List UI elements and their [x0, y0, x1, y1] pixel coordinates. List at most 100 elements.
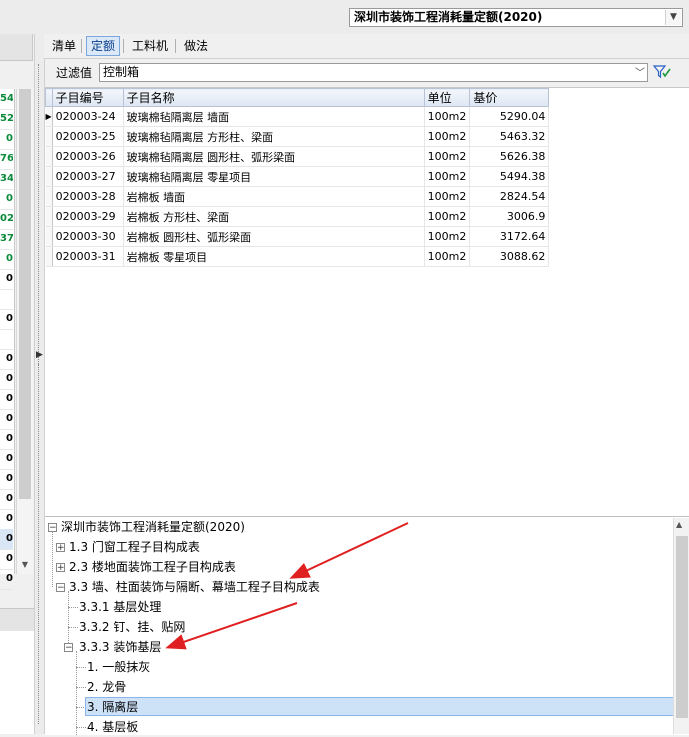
left-panel-scrollbar[interactable]: ▼ [16, 89, 33, 574]
cell-code[interactable]: 020003-26 [52, 146, 124, 167]
cell-code[interactable]: 020003-25 [52, 126, 124, 147]
left-panel-cell[interactable]: 0 [0, 549, 13, 570]
panel-splitter[interactable]: ▶ [34, 34, 45, 734]
column-header-name[interactable]: 子目名称 [122, 88, 425, 107]
quota-chapter-tree: − 深圳市装饰工程消耗量定额(2020) + 1.3 门窗工程子目构成表 + 2… [45, 516, 689, 735]
left-panel-cell[interactable]: 0 [0, 509, 13, 530]
table-header-row: 子目编号 子目名称 单位 基价 [45, 88, 550, 107]
cell-name[interactable]: 岩棉板 零星项目 [123, 246, 425, 267]
left-panel-cell[interactable]: 0 [0, 529, 13, 550]
chevron-down-icon[interactable]: ▼ [665, 10, 681, 25]
quota-table-area: 子目编号 子目名称 单位 基价 ▶ 020003-24 玻璃棉毡隔离层 墙面 1… [45, 87, 689, 516]
filter-label: 过滤值 [56, 66, 93, 80]
cell-unit[interactable]: 100m2 [424, 146, 471, 167]
column-header-code[interactable]: 子目编号 [51, 88, 124, 107]
cell-name[interactable]: 玻璃棉毡隔离层 零星项目 [123, 166, 425, 187]
tab-quota[interactable]: 定额 [86, 36, 121, 56]
cell-price[interactable]: 5494.38 [469, 166, 550, 187]
tab-method[interactable]: 做法 [180, 37, 212, 55]
left-panel-cell[interactable]: 76 [0, 149, 13, 170]
arrow-mark [165, 602, 298, 650]
cell-name[interactable]: 玻璃棉毡隔离层 墙面 [123, 106, 425, 127]
left-panel-cell[interactable] [0, 289, 13, 310]
left-panel-cell[interactable]: 0 [0, 269, 13, 290]
cell-price[interactable]: 5290.04 [469, 106, 550, 127]
table-row[interactable]: 020003-27 玻璃棉毡隔离层 零星项目 100m2 5494.38 [45, 166, 550, 187]
cell-price[interactable]: 3088.62 [469, 246, 550, 267]
cell-code[interactable]: 020003-31 [52, 246, 124, 267]
cell-code[interactable]: 020003-28 [52, 186, 124, 207]
splitter-grip [38, 64, 41, 374]
table-row[interactable]: ▶ 020003-24 玻璃棉毡隔离层 墙面 100m2 5290.04 [45, 106, 550, 127]
scrollbar-thumb[interactable] [19, 89, 31, 499]
left-panel-cell[interactable]: 0 [0, 369, 13, 390]
cell-unit[interactable]: 100m2 [424, 126, 471, 147]
left-panel-cell[interactable] [0, 329, 13, 350]
cell-unit[interactable]: 100m2 [424, 226, 471, 247]
cell-name[interactable]: 玻璃棉毡隔离层 方形柱、梁面 [123, 126, 425, 147]
left-panel-cell[interactable]: 0 [0, 469, 13, 490]
chevron-down-icon[interactable]: ﹀ [635, 65, 645, 82]
splitter-grip [38, 364, 41, 724]
cell-unit[interactable]: 100m2 [424, 206, 471, 227]
left-panel-cell[interactable]: 0 [0, 249, 13, 270]
left-panel-cell[interactable]: 37 [0, 229, 13, 250]
cell-code[interactable]: 020003-29 [52, 206, 124, 227]
left-panel-cell[interactable]: 0 [0, 189, 13, 210]
tab-labor-material-machine[interactable]: 工料机 [128, 37, 172, 55]
cell-name[interactable]: 岩棉板 方形柱、梁面 [123, 206, 425, 227]
left-panel-cell[interactable]: 0 [0, 389, 13, 410]
cell-price[interactable]: 3006.9 [469, 206, 550, 227]
left-panel-cell[interactable]: 0 [0, 429, 13, 450]
scroll-down-icon[interactable]: ▼ [18, 560, 32, 572]
left-panel-cell[interactable]: 02 [0, 209, 13, 230]
current-row-icon: ▶ [45, 106, 53, 127]
left-panel-cell[interactable]: 0 [0, 409, 13, 430]
left-panel-cell[interactable]: 0 [0, 569, 13, 590]
quota-library-select[interactable]: 深圳市装饰工程消耗量定额(2020) ▼ [349, 8, 683, 27]
filter-input[interactable]: 控制箱 ﹀ [99, 63, 648, 82]
scroll-up-icon[interactable]: ▲ [676, 520, 682, 529]
table-row[interactable]: 020003-25 玻璃棉毡隔离层 方形柱、梁面 100m2 5463.32 [45, 126, 550, 147]
column-header-unit[interactable]: 单位 [423, 88, 471, 107]
tab-bill[interactable]: 清单 [48, 37, 80, 55]
left-panel-cell[interactable]: 0 [0, 129, 13, 150]
collapse-right-icon[interactable]: ▶ [36, 350, 43, 360]
table-row[interactable]: 020003-31 岩棉板 零星项目 100m2 3088.62 [45, 246, 550, 267]
tab-separator [175, 39, 176, 53]
filter-value: 控制箱 [103, 65, 140, 79]
cell-code[interactable]: 020003-30 [52, 226, 124, 247]
column-header-price[interactable]: 基价 [469, 88, 550, 107]
tab-separator [123, 39, 124, 53]
cell-price[interactable]: 3172.64 [469, 226, 550, 247]
cell-price[interactable]: 2824.54 [469, 186, 550, 207]
table-row[interactable]: 020003-30 岩棉板 圆形柱、弧形梁面 100m2 3172.64 [45, 226, 550, 247]
left-panel-cell[interactable]: 0 [0, 449, 13, 470]
row-indicator [45, 126, 53, 147]
row-indicator [45, 246, 53, 267]
cell-name[interactable]: 玻璃棉毡隔离层 圆形柱、弧形梁面 [123, 146, 425, 167]
table-row[interactable]: 020003-26 玻璃棉毡隔离层 圆形柱、弧形梁面 100m2 5626.38 [45, 146, 550, 167]
cell-code[interactable]: 020003-24 [52, 106, 124, 127]
cell-name[interactable]: 岩棉板 墙面 [123, 186, 425, 207]
table-row[interactable]: 020003-28 岩棉板 墙面 100m2 2824.54 [45, 186, 550, 207]
left-panel-cell[interactable]: 0 [0, 489, 13, 510]
quota-table: 子目编号 子目名称 单位 基价 ▶ 020003-24 玻璃棉毡隔离层 墙面 1… [45, 88, 550, 267]
left-panel-cell[interactable]: 0 [0, 309, 13, 330]
cell-unit[interactable]: 100m2 [424, 106, 471, 127]
left-panel-cell[interactable]: 0 [0, 349, 13, 370]
left-panel-cell[interactable]: 54 [0, 89, 13, 110]
left-panel-cell[interactable]: 52 [0, 109, 13, 130]
cell-unit[interactable]: 100m2 [424, 166, 471, 187]
filter-funnel-icon[interactable] [652, 63, 672, 81]
cell-price[interactable]: 5626.38 [469, 146, 550, 167]
cell-price[interactable]: 5463.32 [469, 126, 550, 147]
left-panel-cell[interactable]: 34 [0, 169, 13, 190]
cell-name[interactable]: 岩棉板 圆形柱、弧形梁面 [123, 226, 425, 247]
scrollbar-thumb[interactable] [676, 536, 688, 718]
cell-unit[interactable]: 100m2 [424, 186, 471, 207]
cell-unit[interactable]: 100m2 [424, 246, 471, 267]
cell-code[interactable]: 020003-27 [52, 166, 124, 187]
table-row[interactable]: 020003-29 岩棉板 方形柱、梁面 100m2 3006.9 [45, 206, 550, 227]
tree-scrollbar[interactable]: ▲ [673, 518, 689, 734]
